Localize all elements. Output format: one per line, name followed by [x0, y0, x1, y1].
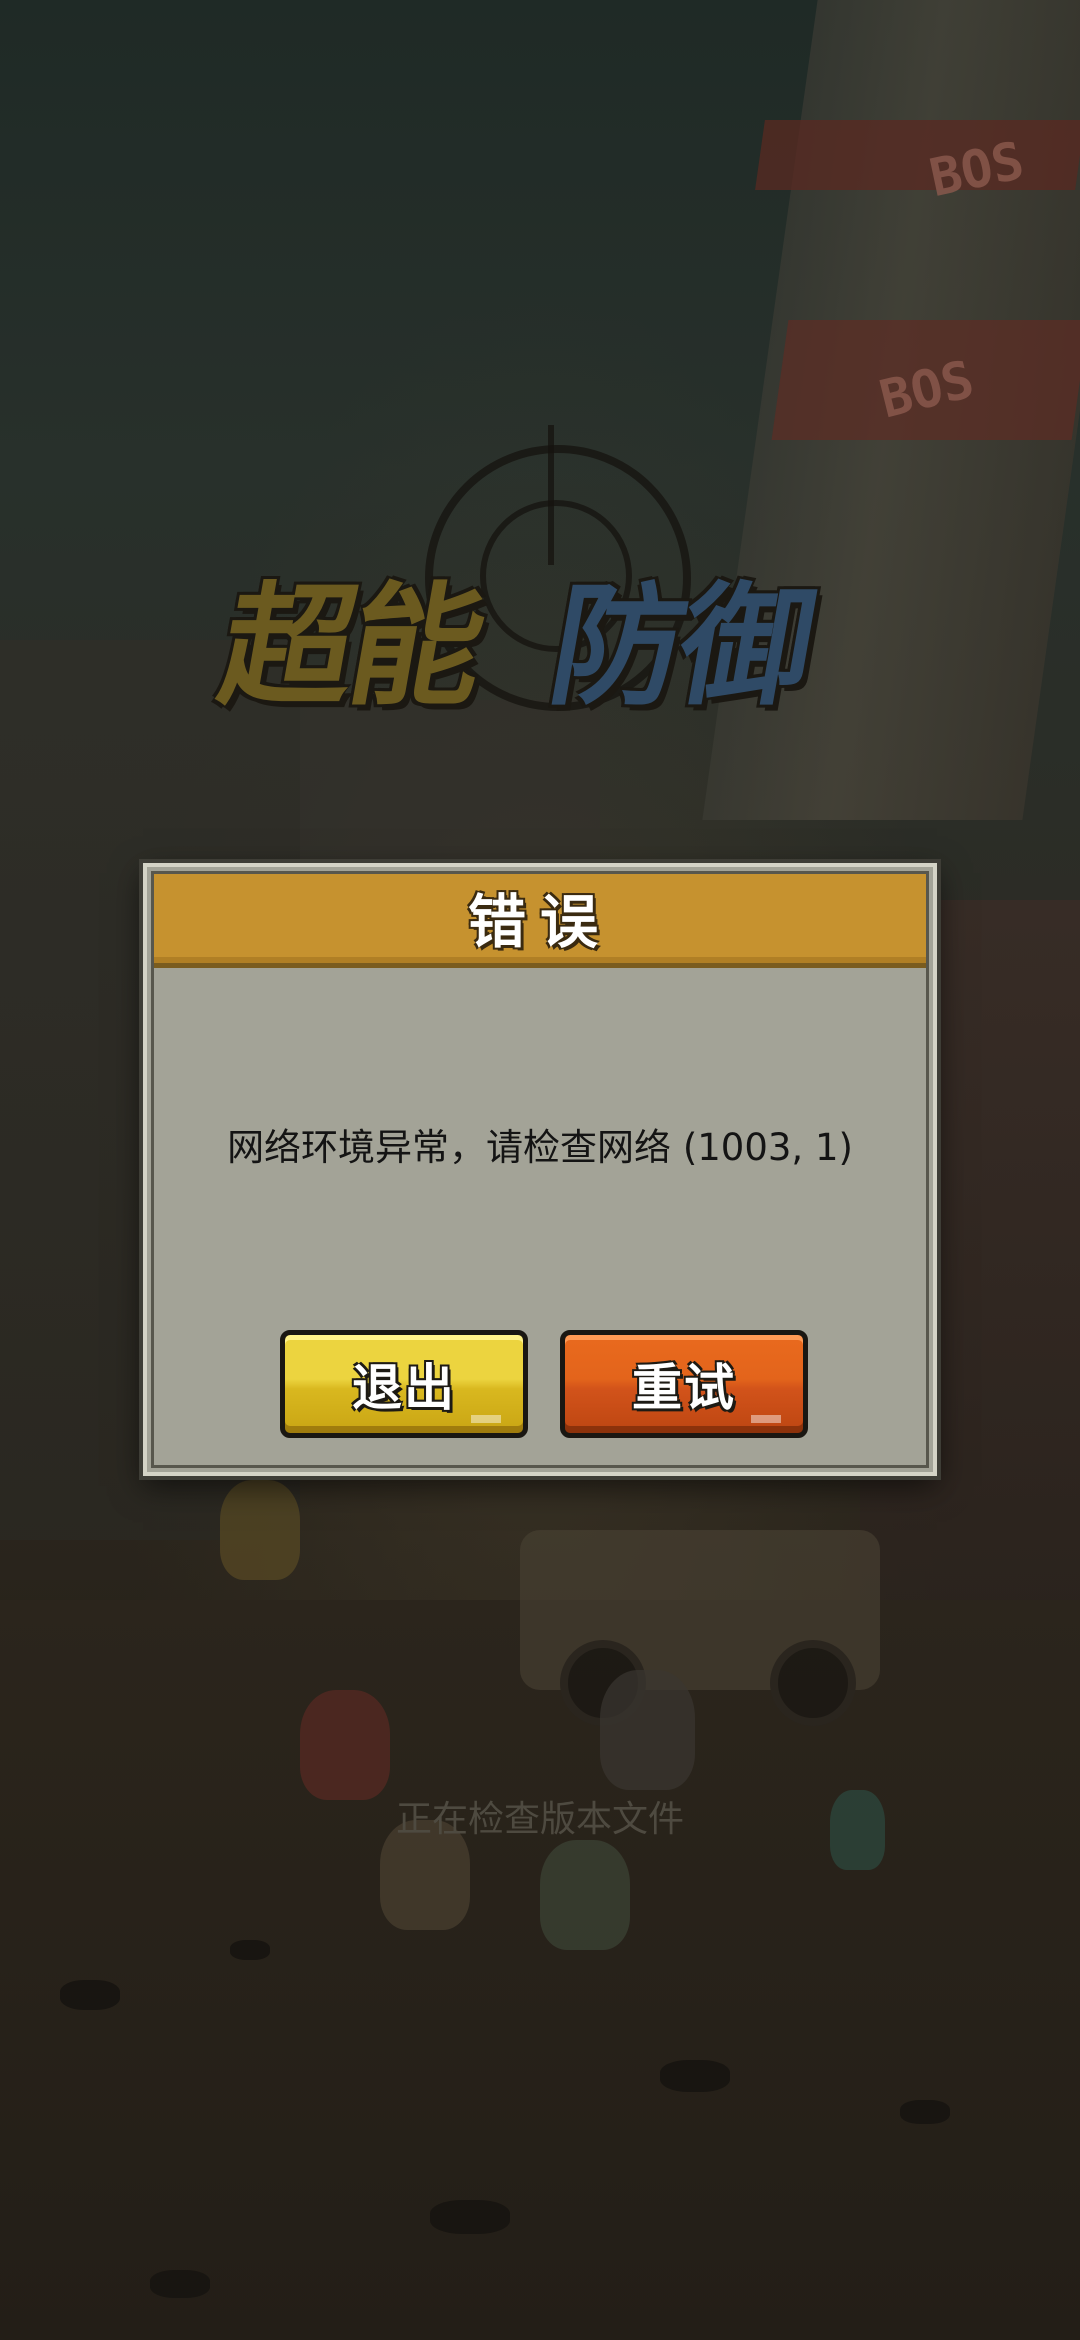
dialog-header: 错误 — [151, 871, 929, 968]
dialog-title: 错误 — [467, 888, 612, 956]
ground-rock — [660, 2060, 730, 2092]
character-sprite — [220, 1480, 300, 1580]
game-screen: BOS BOS 超能 防御 正在检查版本文件 错误 网络环境异常，请检查网络 (… — [0, 0, 1080, 2340]
ground-rock — [60, 1980, 120, 2010]
character-sprite — [600, 1670, 695, 1790]
game-logo-part1: 超能 — [209, 570, 493, 724]
retry-button[interactable]: 重试 — [560, 1330, 808, 1438]
ground-rock — [230, 1940, 270, 1960]
tower-band-top — [755, 120, 1080, 190]
exit-button[interactable]: 退出 — [280, 1330, 528, 1438]
dialog-message: 网络环境异常，请检查网络 (1003, 1) — [227, 1126, 853, 1169]
truck-wheel — [770, 1640, 856, 1726]
button-shine — [751, 1415, 781, 1423]
game-logo-part2: 防御 — [539, 570, 823, 724]
logo-crosshair-line — [548, 425, 554, 565]
error-dialog: 错误 网络环境异常，请检查网络 (1003, 1) 退出 重试 — [143, 863, 937, 1476]
button-shine — [471, 1415, 501, 1423]
ground-rock — [900, 2100, 950, 2124]
loading-status-text: 正在检查版本文件 — [395, 1799, 684, 1840]
character-sprite — [300, 1690, 390, 1800]
ground-rock — [430, 2200, 510, 2234]
character-sprite — [540, 1840, 630, 1950]
tower-sign-mid: BOS — [874, 349, 980, 431]
tower-sign-top: BOS — [924, 130, 1030, 210]
ground — [0, 1600, 1080, 2340]
ground-rock — [150, 2270, 210, 2298]
retry-button-label: 重试 — [632, 1359, 736, 1417]
exit-button-label: 退出 — [352, 1359, 456, 1417]
background-truck — [520, 1530, 880, 1726]
